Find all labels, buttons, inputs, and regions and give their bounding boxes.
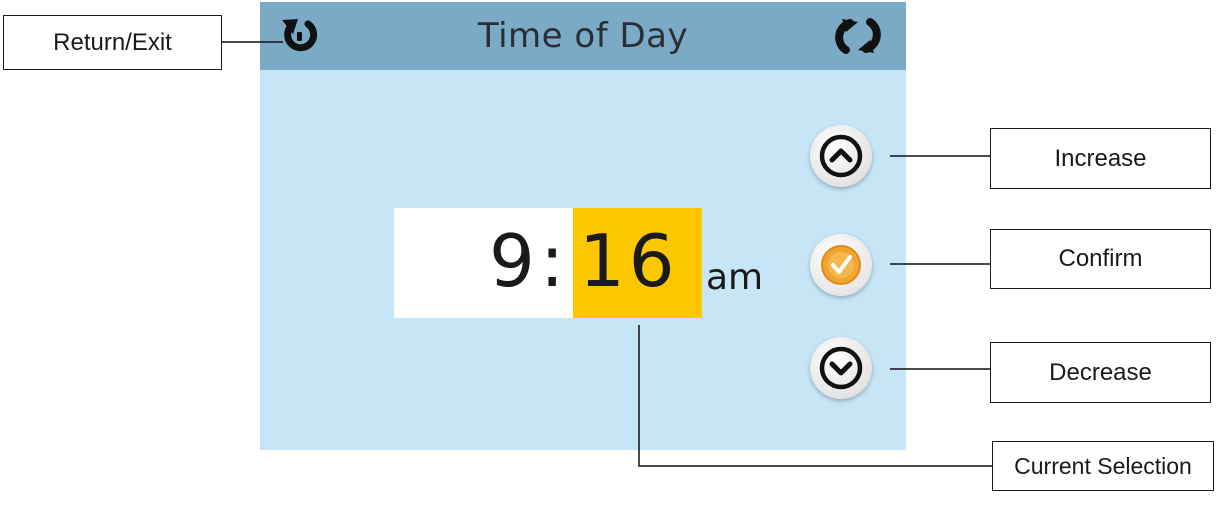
minute-value: 16 bbox=[579, 219, 679, 303]
screen-header: Time of Day bbox=[260, 2, 906, 70]
am-pm-indicator[interactable]: am bbox=[706, 257, 763, 298]
minute-field-selected[interactable]: 16 bbox=[573, 208, 702, 318]
callout-increase: Increase bbox=[990, 128, 1211, 189]
callout-return-exit: Return/Exit bbox=[3, 15, 222, 70]
time-display: 9 : 16 bbox=[394, 208, 702, 318]
refresh-icon bbox=[835, 18, 881, 54]
chevron-down-icon bbox=[819, 346, 863, 390]
increase-button[interactable] bbox=[810, 125, 872, 187]
decrease-button[interactable] bbox=[810, 337, 872, 399]
confirm-button[interactable] bbox=[810, 234, 872, 296]
time-separator: : bbox=[540, 219, 565, 303]
callout-decrease: Decrease bbox=[990, 342, 1211, 403]
chevron-up-icon bbox=[819, 134, 863, 178]
screen-title: Time of Day bbox=[477, 16, 689, 56]
refresh-button[interactable] bbox=[828, 16, 888, 56]
check-icon bbox=[821, 245, 861, 285]
device-screen: Time of Day 9 : 16 am bbox=[260, 2, 906, 450]
callout-confirm: Confirm bbox=[990, 229, 1211, 289]
callout-current-selection: Current Selection bbox=[992, 441, 1214, 491]
hour-value[interactable]: 9 bbox=[489, 216, 535, 306]
